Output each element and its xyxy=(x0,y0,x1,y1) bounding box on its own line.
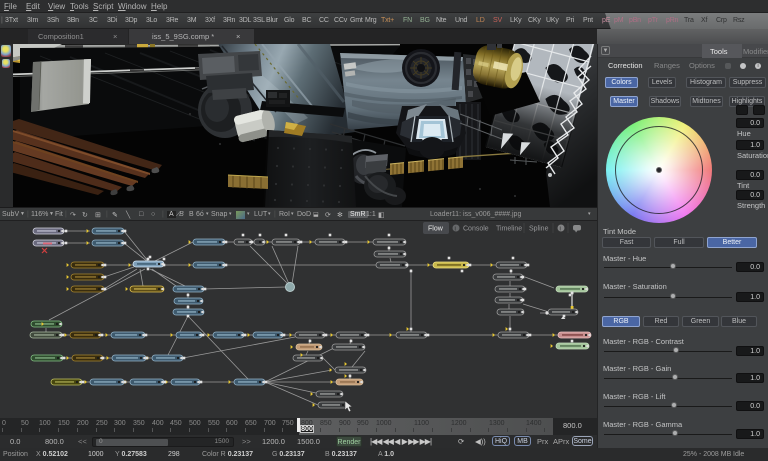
svg-text:Console: Console xyxy=(463,226,489,233)
svg-text:i: i xyxy=(455,227,456,233)
svg-text:Timeline: Timeline xyxy=(496,226,522,233)
svg-text:Flow: Flow xyxy=(428,226,444,233)
svg-text:i: i xyxy=(560,227,561,233)
svg-text:Spline: Spline xyxy=(529,226,549,233)
